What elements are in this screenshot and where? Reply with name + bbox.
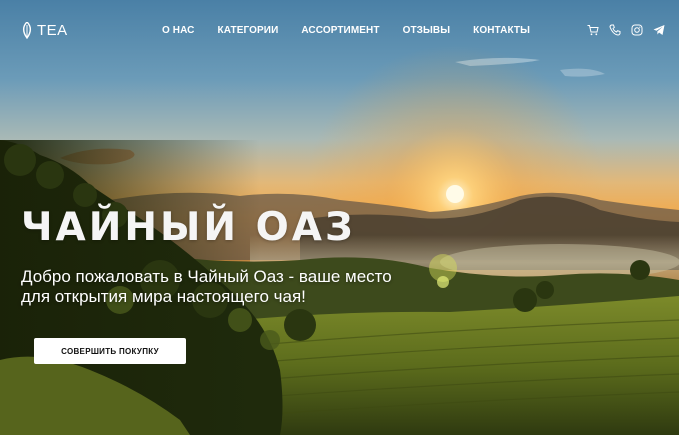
hero-title: ЧАЙНЫЙ ОАЗ <box>21 205 356 250</box>
logo-text: TEA <box>37 22 68 39</box>
nav-item-categories[interactable]: КАТЕГОРИИ <box>217 25 278 36</box>
header: TEA О НАС КАТЕГОРИИ АССОРТИМЕНТ ОТЗЫВЫ К… <box>0 0 679 60</box>
phone-icon[interactable] <box>609 24 621 36</box>
logo[interactable]: TEA <box>21 22 68 39</box>
header-icons <box>587 24 665 36</box>
instagram-icon[interactable] <box>631 24 643 36</box>
telegram-icon[interactable] <box>653 24 665 36</box>
hero-subtitle: Добро пожаловать в Чайный Оаз - ваше мес… <box>21 267 392 306</box>
nav-item-reviews[interactable]: ОТЗЫВЫ <box>403 25 451 36</box>
cart-icon[interactable] <box>587 24 599 36</box>
nav-item-about[interactable]: О НАС <box>162 25 194 36</box>
purchase-button[interactable]: СОВЕРШИТЬ ПОКУПКУ <box>34 338 186 364</box>
nav-item-assortment[interactable]: АССОРТИМЕНТ <box>301 25 379 36</box>
nav-item-contacts[interactable]: КОНТАКТЫ <box>473 25 530 36</box>
leaf-icon <box>22 22 32 39</box>
hero-section: TEA О НАС КАТЕГОРИИ АССОРТИМЕНТ ОТЗЫВЫ К… <box>0 0 679 435</box>
main-navigation: О НАС КАТЕГОРИИ АССОРТИМЕНТ ОТЗЫВЫ КОНТА… <box>162 25 530 36</box>
